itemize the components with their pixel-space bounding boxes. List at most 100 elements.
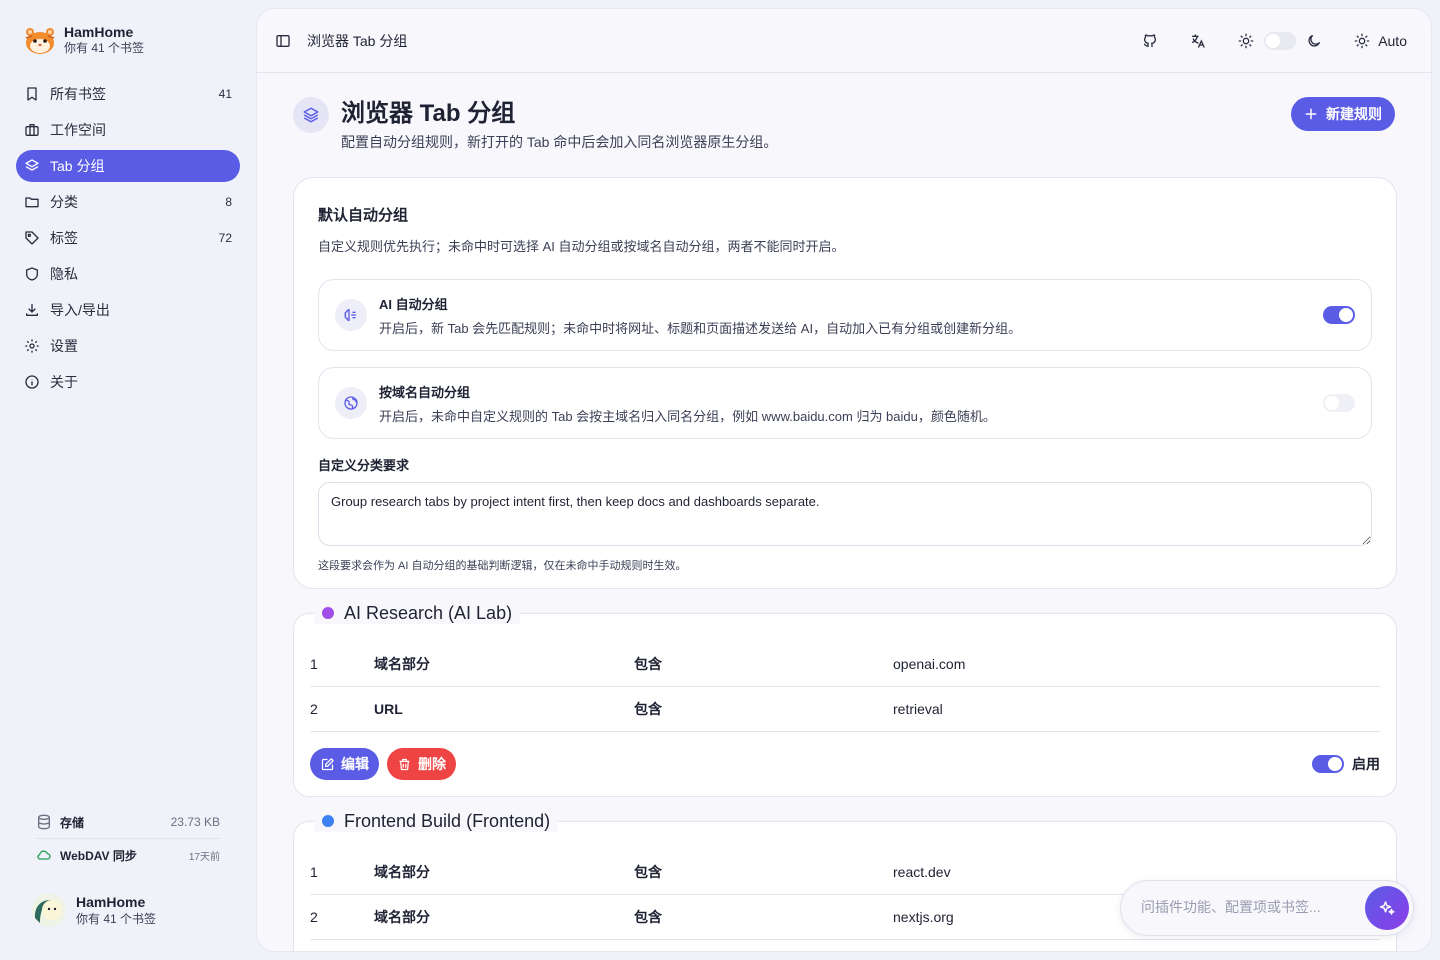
option-description: 开启后，新 Tab 会先匹配规则；未命中时将网址、标题和页面描述发送给 AI，自… (379, 320, 1022, 336)
layers-icon (293, 97, 329, 133)
sidebar-item-label: 分类 (50, 194, 78, 210)
main-panel: 浏览器 Tab 分组 Auto 浏览器 Tab 分组 配置自动分组规则，新打开的… (256, 8, 1432, 952)
sidebar-item-label: 导入/导出 (50, 302, 110, 318)
plus-icon (1305, 108, 1317, 120)
database-icon (38, 814, 50, 830)
new-rule-button[interactable]: 新建规则 (1291, 97, 1395, 131)
custom-requirement-textarea[interactable]: Group research tabs by project intent fi… (318, 482, 1372, 546)
tag-icon (25, 231, 39, 245)
hamster-logo-icon (25, 28, 55, 54)
storage-value: 23.73 KB (170, 815, 220, 829)
sidebar-footer: 存储 23.73 KB WebDAV 同步 17天前 (24, 806, 232, 871)
ai-auto-group-option: AI 自动分组 开启后，新 Tab 会先匹配规则；未命中时将网址、标题和页面描述… (318, 279, 1372, 351)
option-title: 按域名自动分组 (379, 384, 471, 400)
ask-assistant-bar (1120, 880, 1414, 936)
webdav-sync-row[interactable]: WebDAV 同步 17天前 (24, 839, 232, 871)
sidebar-item-workspace[interactable]: 工作空间 (16, 114, 240, 146)
group-actions: 编辑 删除 (310, 748, 456, 780)
avatar (32, 893, 66, 927)
domain-auto-group-option: 按域名自动分组 开启后，未命中自定义规则的 Tab 会按主域名归入同名分组，例如… (318, 367, 1372, 439)
brand[interactable]: HamHome 你有 41 个书签 (24, 24, 144, 56)
theme-mode-label[interactable]: Auto (1378, 33, 1407, 49)
sidebar-item-label: 所有书签 (50, 86, 106, 102)
sidebar-item-label: 标签 (50, 230, 78, 246)
domain-auto-group-toggle[interactable] (1323, 394, 1355, 412)
group-name: Frontend Build (Frontend) (344, 810, 551, 831)
trash-icon (399, 758, 410, 770)
translate-icon[interactable] (1190, 33, 1206, 49)
sidebar-item-tags[interactable]: 标签 72 (16, 222, 240, 254)
group-legend: AI Research (AI Lab) (314, 602, 521, 624)
group-color-dot (322, 607, 334, 619)
sidebar-item-settings[interactable]: 设置 (16, 330, 240, 362)
user-name: HamHome (76, 893, 146, 910)
card-description: 自定义规则优先执行；未命中时可选择 AI 自动分组或按域名自动分组，两者不能同时… (318, 239, 845, 254)
layers-icon (25, 159, 39, 171)
sidebar-item-about[interactable]: 关于 (16, 366, 240, 398)
sun-auto-icon[interactable] (1354, 33, 1370, 49)
page-title: 浏览器 Tab 分组 (341, 100, 516, 127)
custom-requirement-hint: 这段要求会作为 AI 自动分组的基础判断逻辑，仅在未命中手动规则时生效。 (318, 560, 687, 572)
brand-subtitle: 你有 41 个书签 (64, 41, 145, 55)
new-rule-label: 新建规则 (1326, 106, 1382, 122)
enable-label: 启用 (1352, 756, 1380, 772)
sidebar-item-count: 72 (218, 231, 232, 245)
sidebar-item-all-bookmarks[interactable]: 所有书签 41 (16, 78, 240, 110)
brand-name: HamHome (64, 24, 134, 40)
bookmark-icon (27, 87, 37, 101)
topbar: 浏览器 Tab 分组 Auto (257, 9, 1431, 73)
sidebar-item-label: 工作空间 (50, 122, 106, 138)
rule-index: 2 (310, 701, 318, 717)
sidebar-item-categories[interactable]: 分类 8 (16, 186, 240, 218)
delete-group-button[interactable]: 删除 (387, 748, 456, 780)
page-header: 浏览器 Tab 分组 配置自动分组规则，新打开的 Tab 命中后会加入同名浏览器… (293, 97, 777, 152)
rule-operator: 包含 (634, 864, 662, 880)
sidebar-item-label: 关于 (50, 374, 78, 390)
rule-table: 1 域名部分 包含 openai.com 2 URL 包含 retrieval (310, 642, 1380, 732)
storage-row[interactable]: 存储 23.73 KB (24, 806, 232, 838)
sidebar-item-label: 设置 (50, 338, 78, 354)
rule-group-ai-research: AI Research (AI Lab) 1 域名部分 包含 openai.co… (293, 602, 1397, 797)
sidebar-item-label: Tab 分组 (50, 158, 105, 174)
group-color-dot (322, 815, 334, 827)
rule-field: 域名部分 (374, 656, 430, 672)
briefcase-icon (25, 124, 39, 136)
shield-icon (26, 267, 38, 281)
download-icon (26, 304, 38, 316)
theme-toggle[interactable] (1264, 31, 1297, 50)
sync-label: WebDAV 同步 (60, 848, 137, 863)
edit-label: 编辑 (341, 756, 369, 772)
sidebar-item-privacy[interactable]: 隐私 (16, 258, 240, 290)
table-row: 2 URL 包含 retrieval (310, 687, 1380, 732)
option-title: AI 自动分组 (379, 296, 448, 312)
sidebar-item-count: 8 (225, 195, 232, 209)
group-legend: Frontend Build (Frontend) (314, 810, 559, 832)
ask-input[interactable] (1141, 899, 1361, 915)
ai-auto-group-toggle[interactable] (1323, 306, 1355, 324)
info-icon (25, 375, 39, 389)
page-description: 配置自动分组规则，新打开的 Tab 命中后会加入同名浏览器原生分组。 (341, 134, 778, 150)
table-row: 1 域名部分 包含 openai.com (310, 642, 1380, 687)
user-profile[interactable]: HamHome 你有 41 个书签 (32, 893, 156, 927)
group-enable: 启用 (1312, 754, 1380, 774)
ask-submit-button[interactable] (1365, 886, 1409, 930)
sidebar-item-import-export[interactable]: 导入/导出 (16, 294, 240, 326)
folder-icon (25, 197, 39, 208)
sidebar: HamHome 你有 41 个书签 所有书签 41 工作空间 Tab 分组 分类… (0, 0, 256, 960)
sidebar-nav: 所有书签 41 工作空间 Tab 分组 分类 8 标签 72 隐私 导入/导出 … (16, 78, 240, 402)
sidebar-item-label: 隐私 (50, 266, 78, 282)
group-name: AI Research (AI Lab) (344, 602, 513, 623)
card-title: 默认自动分组 (318, 207, 409, 224)
edit-group-button[interactable]: 编辑 (310, 748, 379, 780)
sidebar-item-tab-groups[interactable]: Tab 分组 (16, 150, 240, 182)
rule-value: retrieval (893, 701, 943, 717)
sidebar-item-count: 41 (218, 87, 232, 101)
sparkles-icon (1379, 901, 1395, 915)
github-icon[interactable] (1142, 33, 1158, 49)
cloud-icon (37, 850, 51, 860)
sidebar-toggle-icon[interactable] (275, 33, 291, 49)
sun-icon (1238, 33, 1254, 48)
group-enable-toggle[interactable] (1312, 755, 1344, 773)
rule-operator: 包含 (634, 656, 662, 672)
rule-value: openai.com (893, 656, 966, 672)
